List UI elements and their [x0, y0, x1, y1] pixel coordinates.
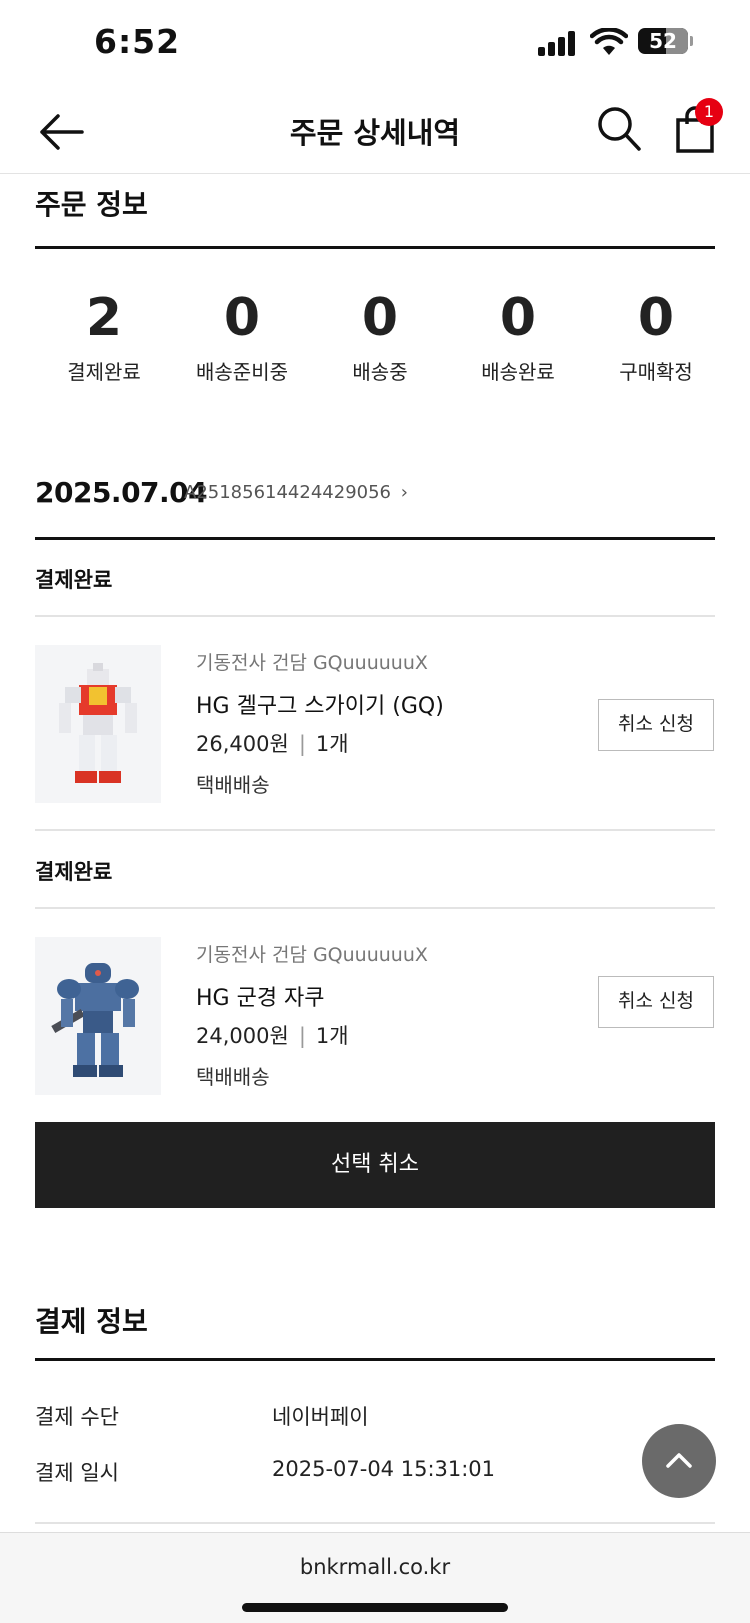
cancel-request-button[interactable]: 취소 신청: [598, 976, 714, 1028]
item-brand: 기동전사 건담 GQuuuuuuX: [196, 944, 428, 966]
item-price-line: 24,000원 | 1개: [196, 1020, 349, 1050]
count-delivered[interactable]: 0 배송완료: [449, 288, 587, 385]
divider: [35, 537, 715, 540]
count-paid[interactable]: 2 결제완료: [35, 288, 173, 385]
count-label: 구매확정: [619, 360, 693, 384]
count-shipping[interactable]: 0 배송중: [311, 288, 449, 385]
chevron-right-icon: ›: [400, 482, 408, 503]
divider: [35, 1522, 715, 1524]
payment-method-label: 결제 수단: [35, 1405, 119, 1429]
order-date: 2025.07.04: [35, 476, 208, 509]
cellular-signal-icon: [538, 30, 578, 56]
payment-date-value: 2025-07-04 15:31:01: [272, 1457, 496, 1481]
divider: [35, 907, 715, 909]
order-info-title: 주문 정보: [35, 188, 148, 221]
wifi-icon: [590, 28, 628, 55]
divider: [35, 615, 715, 617]
item-brand: 기동전사 건담 GQuuuuuuX: [196, 652, 428, 674]
item-name[interactable]: HG 군경 자쿠: [196, 980, 325, 1012]
robot-figure-icon: [51, 963, 139, 1077]
separator: |: [298, 1024, 306, 1048]
count-label: 배송준비중: [196, 360, 288, 384]
item-status: 결제완료: [35, 568, 113, 592]
count-label: 배송완료: [481, 360, 555, 384]
item-shipping: 택배배송: [196, 1065, 270, 1089]
item-name[interactable]: HG 겔구그 스가이기 (GQ): [196, 688, 444, 720]
battery-tip: [690, 36, 693, 46]
count-preparing[interactable]: 0 배송준비중: [173, 288, 311, 385]
home-indicator[interactable]: [242, 1603, 508, 1612]
divider: [35, 829, 715, 831]
app-header: 주문 상세내역 1: [0, 90, 750, 174]
scroll-to-top-button[interactable]: [642, 1424, 716, 1498]
chevron-up-icon: [666, 1453, 692, 1468]
count-value: 0: [223, 288, 261, 348]
count-label: 배송중: [352, 360, 408, 384]
status-time: 6:52: [94, 22, 181, 61]
status-bar: 6:52 52: [0, 0, 750, 90]
browser-address-bar[interactable]: bnkrmall.co.kr: [0, 1532, 750, 1623]
count-label: 결제완료: [67, 360, 141, 384]
product-image[interactable]: [35, 937, 161, 1095]
payment-method-value: 네이버페이: [272, 1405, 369, 1429]
site-url[interactable]: bnkrmall.co.kr: [0, 1555, 750, 1579]
item-price: 24,000원: [196, 1024, 289, 1048]
order-status-counts: 2 결제완료 0 배송준비중 0 배송중 0 배송완료 0 구매확정: [35, 288, 725, 388]
separator: |: [298, 732, 306, 756]
item-price: 26,400원: [196, 732, 289, 756]
order-number: A25185614424429056: [184, 482, 391, 503]
select-cancel-button[interactable]: 선택 취소: [35, 1122, 715, 1208]
item-price-line: 26,400원 | 1개: [196, 728, 349, 758]
count-value: 0: [361, 288, 399, 348]
order-number-link[interactable]: A25185614424429056 ›: [184, 482, 408, 503]
cart-count-badge: 1: [695, 98, 723, 126]
count-value: 0: [637, 288, 675, 348]
cancel-request-button[interactable]: 취소 신청: [598, 699, 714, 751]
divider: [35, 1358, 715, 1361]
item-status: 결제완료: [35, 860, 113, 884]
payment-date-label: 결제 일시: [35, 1461, 119, 1485]
battery-level: 52: [649, 29, 677, 53]
battery-icon: 52: [638, 28, 688, 54]
payment-info-title: 결제 정보: [35, 1305, 148, 1338]
robot-figure-icon: [59, 663, 137, 783]
item-shipping: 택배배송: [196, 773, 270, 797]
item-qty: 1개: [315, 732, 349, 756]
count-value: 0: [499, 288, 537, 348]
item-qty: 1개: [315, 1024, 349, 1048]
search-icon[interactable]: [596, 104, 642, 154]
product-image[interactable]: [35, 645, 161, 803]
divider: [35, 246, 715, 249]
count-confirmed[interactable]: 0 구매확정: [587, 288, 725, 385]
count-value: 2: [85, 288, 123, 348]
